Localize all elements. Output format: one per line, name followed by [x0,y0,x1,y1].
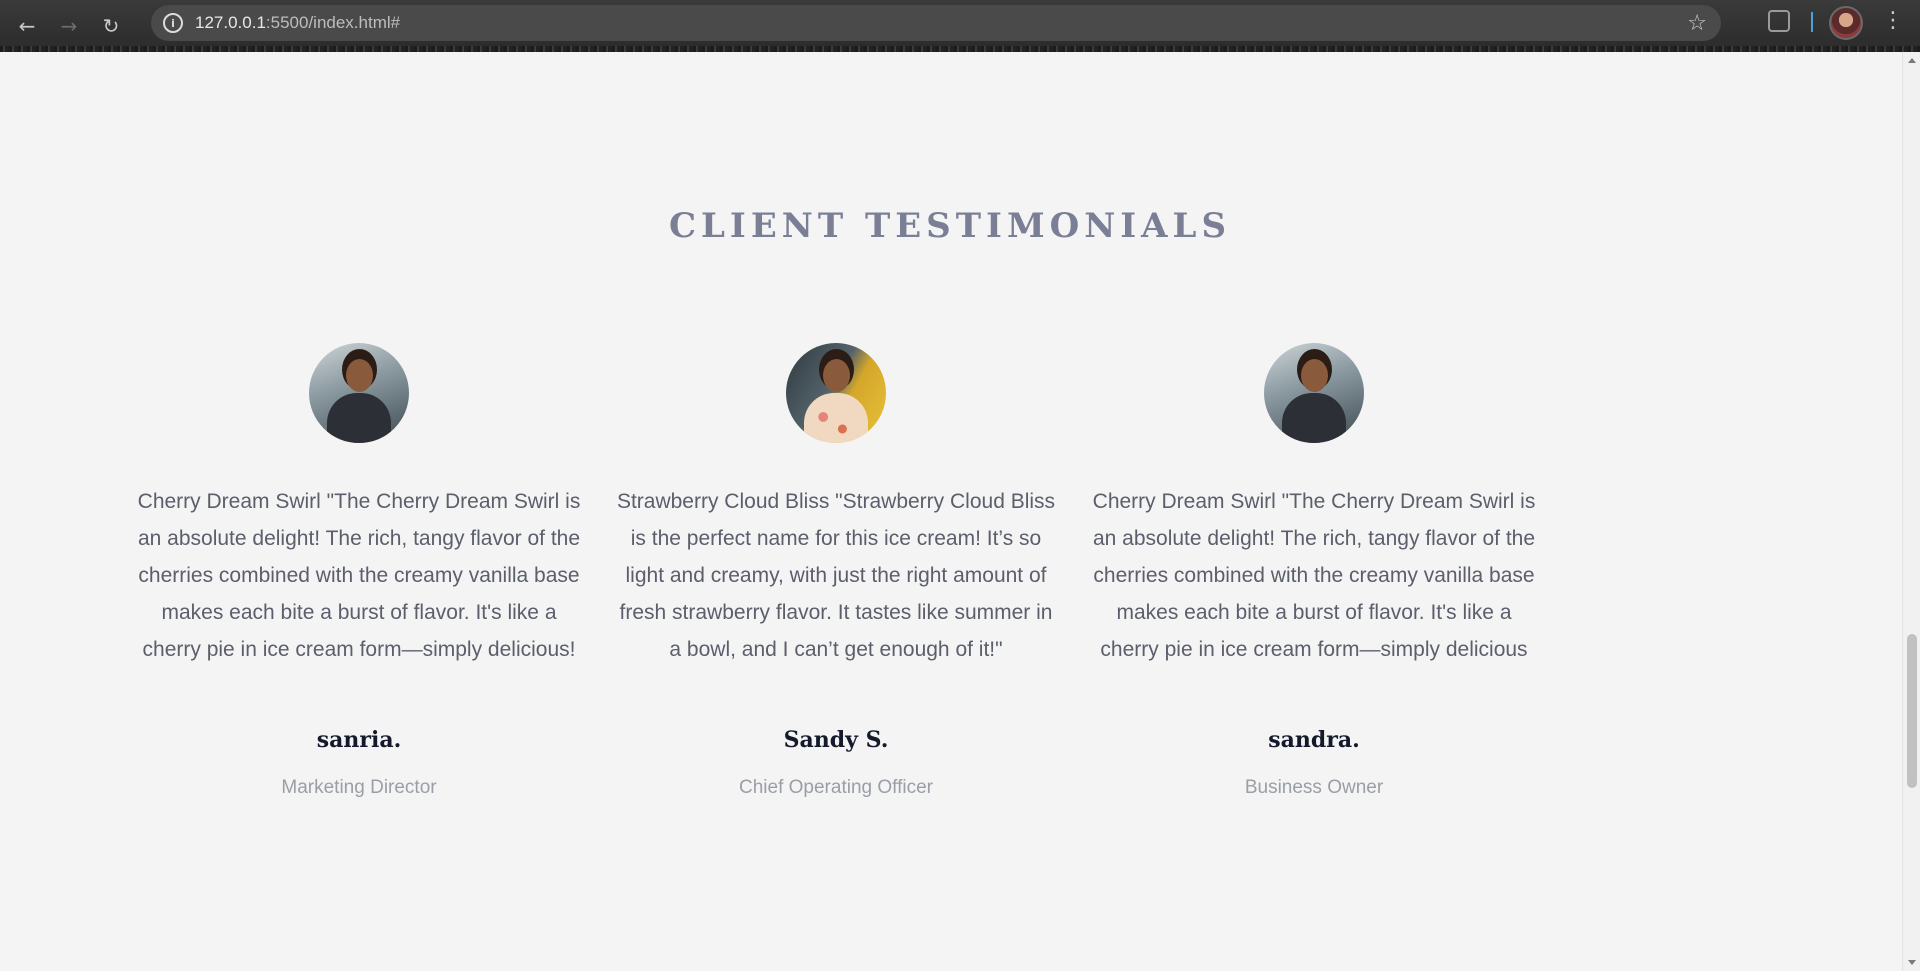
testimonial-quote: Cherry Dream Swirl "The Cherry Dream Swi… [1092,490,1536,661]
client-name: Sandy S. [783,727,889,753]
page-scrollbar[interactable] [1902,52,1920,971]
bookmark-star-icon[interactable]: ☆ [1687,11,1707,36]
url-text[interactable]: 127.0.0.1:5500/index.html# [195,13,400,33]
browser-toolbar: ← → ↻ i 127.0.0.1:5500/index.html# ☆ ⋮ [0,0,1920,52]
toolbar-divider [1811,12,1813,32]
profile-avatar[interactable] [1829,6,1863,40]
client-photo [786,343,886,443]
extensions-icon[interactable] [1768,10,1790,32]
client-photo [1264,343,1364,443]
client-name: sanria. [316,727,402,753]
testimonial-card: Cherry Dream Swirl "The Cherry Dream Swi… [134,343,584,799]
url-path: :5500/index.html# [265,13,401,32]
url-host: 127.0.0.1 [195,13,266,32]
scroll-down-arrow-icon[interactable] [1908,960,1916,965]
site-info-icon[interactable]: i [163,13,183,33]
client-name: sandra. [1268,727,1360,753]
scroll-thumb[interactable] [1907,634,1917,788]
testimonial-quote: Cherry Dream Swirl "The Cherry Dream Swi… [137,490,581,661]
client-photo [309,343,409,443]
testimonial-quote: Strawberry Cloud Bliss "Strawberry Cloud… [616,490,1056,661]
section-title: CLIENT TESTIMONIALS [668,206,1232,246]
forward-arrow-icon[interactable]: → [54,11,84,41]
client-role: Business Owner [1244,777,1384,798]
scroll-up-arrow-icon[interactable] [1908,58,1916,63]
reload-icon[interactable]: ↻ [96,11,126,41]
more-menu-icon[interactable]: ⋮ [1882,10,1904,32]
testimonial-card: Strawberry Cloud Bliss "Strawberry Cloud… [611,343,1061,799]
back-arrow-icon[interactable]: ← [12,11,42,41]
client-role: Chief Operating Officer [739,777,933,798]
testimonial-card: Cherry Dream Swirl "The Cherry Dream Swi… [1089,343,1539,799]
client-role: Marketing Director [281,777,437,798]
address-bar[interactable]: i 127.0.0.1:5500/index.html# ☆ [151,5,1721,41]
